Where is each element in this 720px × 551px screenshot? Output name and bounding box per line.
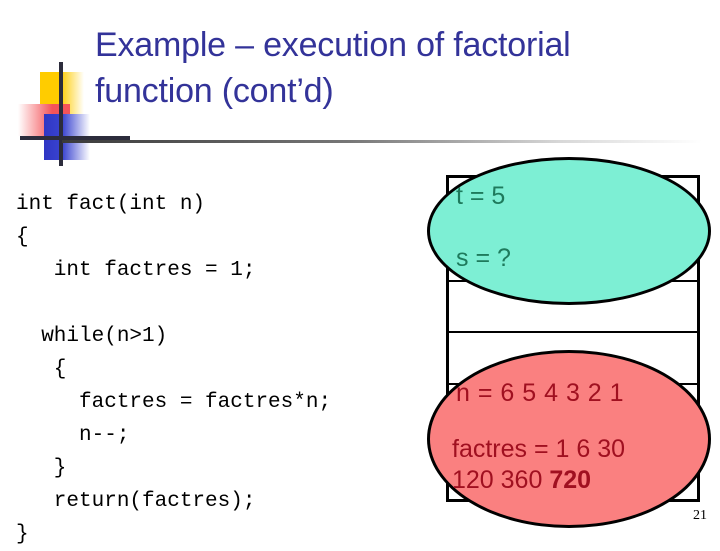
- page-title: Example – execution of factorial functio…: [95, 26, 571, 110]
- trace-value-factres: factres = 1 6 30 120 360 720: [452, 434, 625, 496]
- teal-highlight-ellipse: [427, 157, 711, 305]
- title-divider: [62, 140, 702, 143]
- factres-line-2-prefix: 120 360: [452, 466, 550, 494]
- trace-value-t: t = 5: [456, 182, 506, 210]
- factres-final-value: 720: [549, 466, 592, 494]
- logo-vertical-line: [59, 62, 63, 166]
- factres-line-1: factres = 1 6 30: [452, 435, 626, 463]
- code-listing: int fact(int n) { int factres = 1; while…: [16, 193, 332, 546]
- trace-value-s: s = ?: [456, 244, 511, 272]
- trace-value-n: n = 6 5 4 3 2 1: [456, 379, 625, 407]
- slide-number: 21: [693, 508, 707, 523]
